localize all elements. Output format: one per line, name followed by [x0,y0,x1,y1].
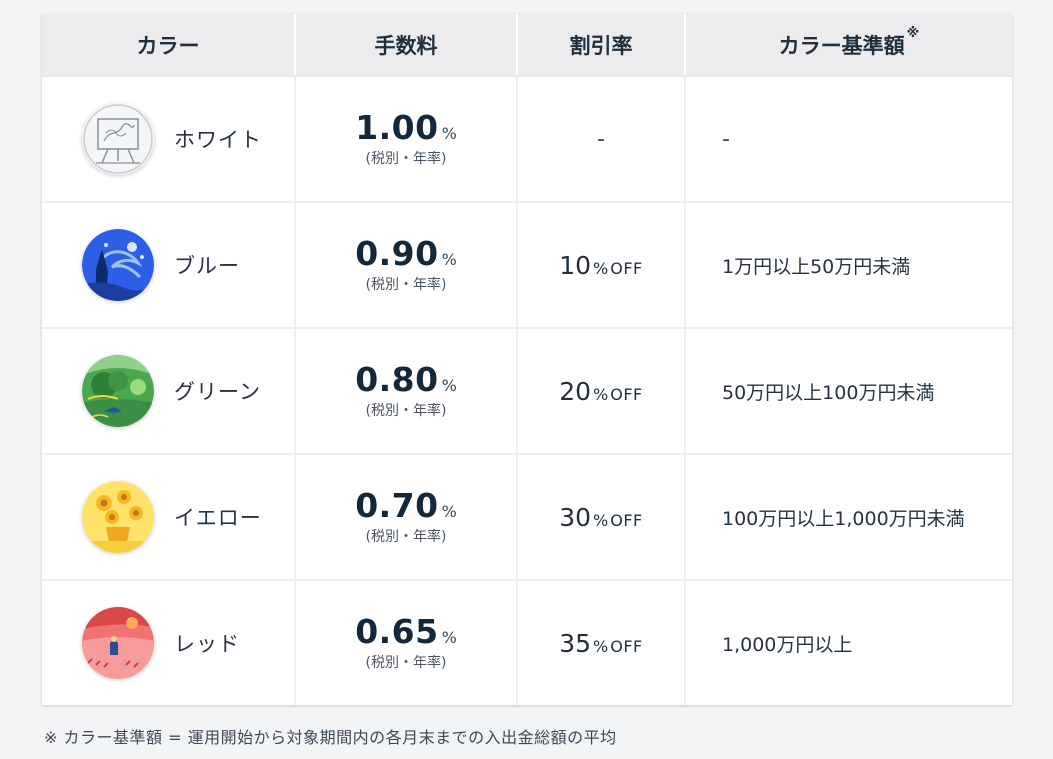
fee-value: 1.00 [355,107,439,147]
discount-value: - [597,126,605,152]
fee-unit: % [441,375,457,395]
discount-unit: % [593,510,609,530]
fee-table-card: カラー 手数料 割引率 カラー基準額※ ホワイト 1.00 % (税別・年率) … [42,14,1012,705]
table-row: レッド 0.65% (税別・年率) 35% OFF 1,000万円以上 [42,580,1012,705]
table-row: ホワイト 1.00% (税別・年率) - - [42,76,1012,203]
color-name: ブルー [174,254,240,278]
blue-starry-night-icon [82,229,154,301]
table-row: グリーン 0.80% (税別・年率) 20% OFF 50万円以上100万円未満 [42,328,1012,455]
fee-note: (税別・年率) [365,402,447,419]
discount-value: 30 [559,502,592,532]
fee-unit: % [441,249,457,269]
green-landscape-icon [82,355,154,427]
table-row: イエロー 0.70% (税別・年率) 30% OFF 100万円以上1,000万円… [42,454,1012,581]
discount-off: OFF [610,258,643,278]
threshold-range: 1,000万円以上 [722,633,853,656]
threshold-range: 1万円以上50万円未満 [685,202,1012,329]
fee-unit: % [441,501,457,521]
table-header-row: カラー 手数料 割引率 カラー基準額※ [42,14,1012,77]
discount-off: OFF [610,510,643,530]
color-name: グリーン [174,380,261,404]
header-fee: 手数料 [295,14,518,77]
fee-unit: % [441,123,457,143]
discount-unit: % [593,384,609,404]
fee-value: 0.90 [355,233,439,273]
yellow-sunflowers-icon [82,481,154,553]
white-painting-icon [82,103,154,175]
discount-off: OFF [610,636,643,656]
header-threshold: カラー基準額※ [685,14,1012,77]
fee-table: カラー 手数料 割引率 カラー基準額※ ホワイト 1.00 % (税別・年率) … [42,14,1012,705]
fee-note: (税別・年率) [365,654,447,671]
footnote: ※ カラー基準額 = 運用開始から対象期間内の各月末までの入出金総額の平均 [44,728,617,747]
threshold-range: - [722,126,730,152]
table-row: ブルー 0.90% (税別・年率) 10% OFF 1万円以上50万円未満 [42,202,1012,329]
header-discount: 割引率 [517,14,686,77]
discount-unit: % [593,258,609,278]
color-name: イエロー [174,506,262,530]
threshold-range: 100万円以上1,000万円未満 [685,454,1012,581]
fee-value: 0.70 [355,485,439,525]
footnote-mark: ※ [906,25,920,41]
red-field-icon [82,607,154,679]
fee-note: (税別・年率) [365,528,447,545]
fee-value: 0.80 [355,359,439,399]
header-color: カラー [42,14,296,77]
discount-value: 20 [559,376,592,406]
fee-note: (税別・年率) [365,150,447,167]
discount-off: OFF [610,384,643,404]
discount-value: 10 [559,250,592,280]
fee-unit: % [441,627,457,647]
color-name: ホワイト [174,128,262,152]
discount-value: 35 [559,628,592,658]
fee-value: 0.65 [355,611,439,651]
discount-unit: % [593,636,609,656]
threshold-range: 50万円以上100万円未満 [685,328,1012,455]
fee-note: (税別・年率) [365,276,447,293]
color-name: レッド [174,632,240,656]
